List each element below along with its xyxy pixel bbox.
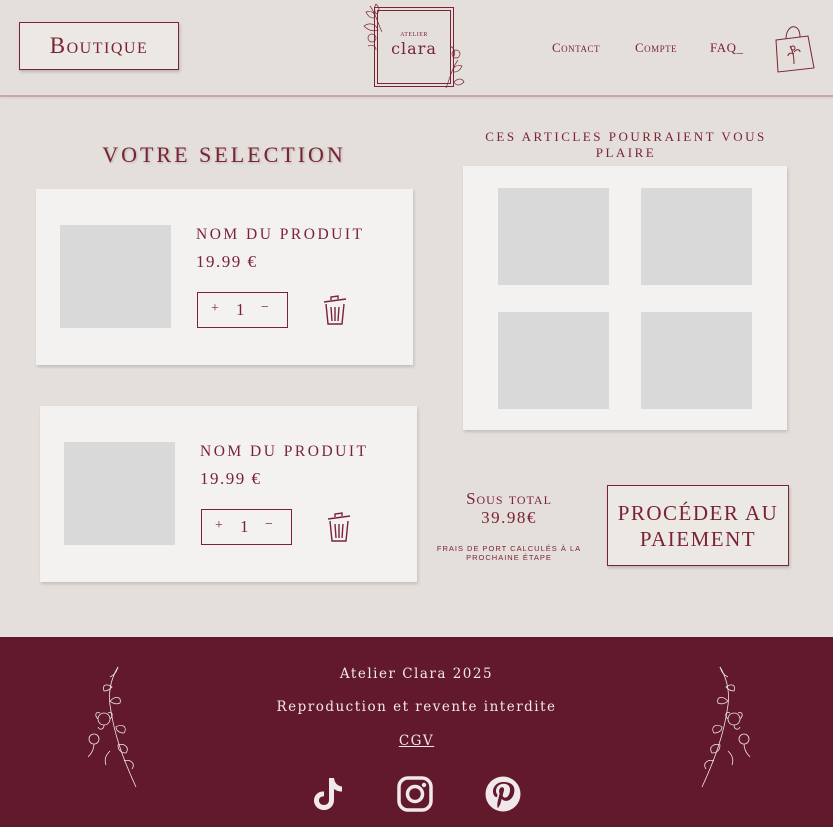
- footer-notice: Reproduction et revente interdite: [276, 699, 557, 715]
- footer-cgv-row: CGV: [0, 733, 833, 749]
- selection-title: VOTRE SELECTION: [102, 142, 346, 167]
- logo-clara-text: clara: [391, 39, 437, 58]
- nav-compte[interactable]: Compte: [635, 40, 677, 56]
- instagram-icon[interactable]: [396, 775, 434, 813]
- product-name[interactable]: NOM DU PRODUIT: [196, 226, 364, 244]
- quantity-value: 1: [240, 517, 249, 536]
- site-header: Boutique ATELIER clara Contact Compte FA…: [0, 0, 833, 97]
- suggested-product[interactable]: [641, 312, 752, 409]
- suggestions-title: CES ARTICLES POURRAIENT VOUS PLAIRE: [485, 129, 767, 160]
- suggested-product[interactable]: [498, 312, 609, 409]
- nav-faq[interactable]: FAQ_: [710, 40, 744, 56]
- atelier-clara-logo[interactable]: ATELIER clara: [362, 2, 466, 92]
- quantity-stepper: + 1 −: [197, 292, 288, 328]
- suggested-product[interactable]: [641, 188, 752, 285]
- pinterest-icon[interactable]: [484, 775, 522, 813]
- product-image-placeholder[interactable]: [64, 442, 175, 545]
- decrease-quantity-button[interactable]: −: [265, 517, 273, 533]
- tiktok-icon[interactable]: [309, 775, 347, 813]
- suggestions-panel: [463, 166, 787, 430]
- subtotal-value: 39.98€: [481, 508, 537, 527]
- product-image-placeholder[interactable]: [60, 225, 171, 328]
- cart-item-card: NOM DU PRODUIT 19.99 € + 1 −: [36, 189, 413, 365]
- floral-left-icon: [87, 666, 137, 788]
- product-price: 19.99 €: [200, 469, 262, 488]
- increase-quantity-button[interactable]: +: [211, 301, 219, 317]
- checkout-button[interactable]: PROCÉDER AU PAIEMENT: [607, 485, 789, 566]
- trash-icon[interactable]: [326, 511, 352, 543]
- footer-copyright: Atelier Clara 2025: [339, 666, 494, 682]
- trash-icon[interactable]: [322, 294, 348, 326]
- quantity-value: 1: [236, 300, 245, 319]
- shopping-bag-icon[interactable]: [772, 20, 816, 74]
- cart-item-card: NOM DU PRODUIT 19.99 € + 1 −: [40, 406, 417, 582]
- suggested-product[interactable]: [498, 188, 609, 285]
- product-price: 19.99 €: [196, 252, 258, 271]
- product-name[interactable]: NOM DU PRODUIT: [200, 443, 368, 461]
- subtotal-label: Sous total: [466, 489, 552, 508]
- nav-contact[interactable]: Contact: [552, 40, 600, 56]
- floral-right-icon: [701, 666, 751, 788]
- quantity-stepper: + 1 −: [201, 509, 292, 545]
- increase-quantity-button[interactable]: +: [215, 518, 223, 534]
- decrease-quantity-button[interactable]: −: [261, 300, 269, 316]
- logo-atelier-text: ATELIER: [400, 32, 428, 38]
- cgv-link[interactable]: CGV: [399, 733, 434, 749]
- shipping-note: FRAIS DE PORT CALCULÉS À LA PROCHAINE ÉT…: [436, 544, 582, 562]
- boutique-button[interactable]: Boutique: [19, 22, 179, 70]
- site-footer: Atelier Clara 2025 Reproduction et reven…: [0, 637, 833, 827]
